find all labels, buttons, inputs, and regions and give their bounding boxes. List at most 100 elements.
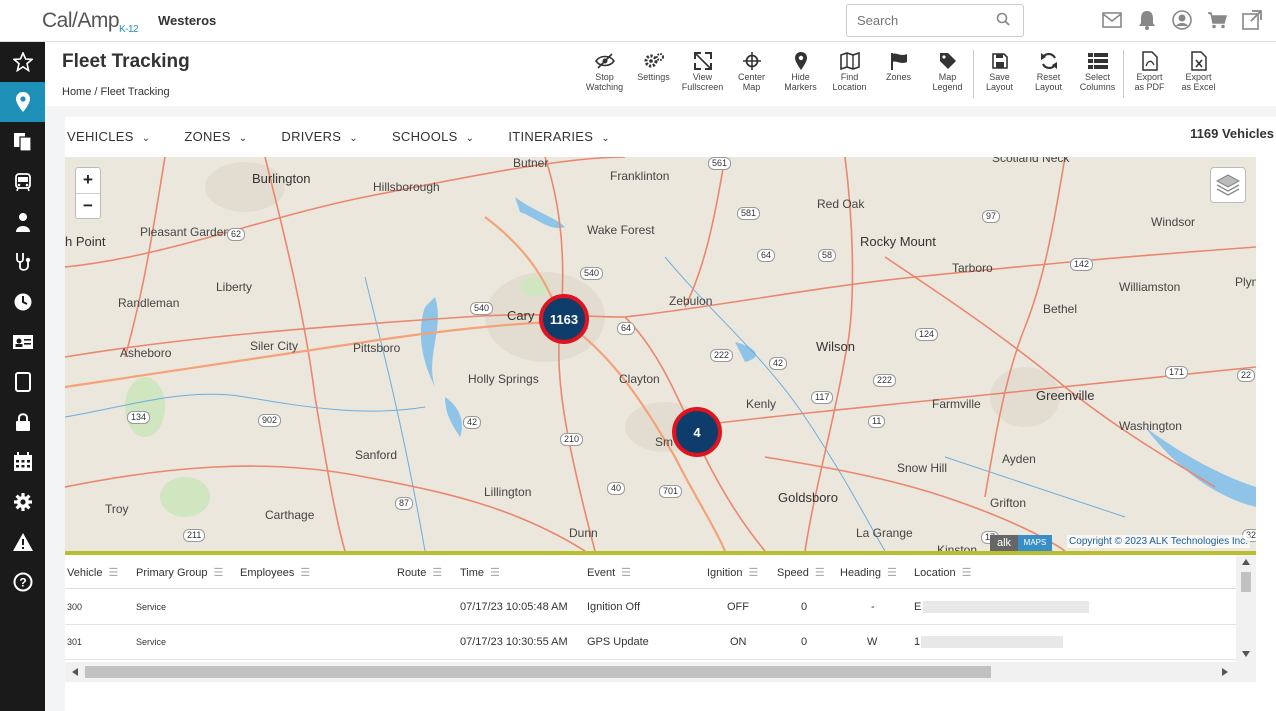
chevron-down-icon: ⌄ (601, 133, 610, 144)
redacted-location (921, 636, 1063, 648)
scrollbar-thumb[interactable] (85, 666, 991, 678)
select-columns-button[interactable]: Select Columns (1073, 50, 1122, 98)
column-header-route[interactable]: Route ☰ (397, 566, 442, 579)
sidebar-item-drivers[interactable] (0, 202, 45, 242)
column-menu-icon: ☰ (490, 567, 500, 579)
column-header-employees[interactable]: Employees ☰ (240, 566, 310, 579)
vertical-scrollbar[interactable] (1236, 555, 1256, 662)
column-header-ignition[interactable]: Ignition ☰ (707, 566, 758, 579)
column-header-time[interactable]: Time ☰ (460, 566, 500, 579)
map-place-label: Troy (105, 502, 129, 516)
sidebar-item-devices[interactable] (0, 362, 45, 402)
layers-button[interactable] (1210, 167, 1246, 203)
route-shield: 87 (395, 497, 414, 510)
sidebar-item-security[interactable] (0, 402, 45, 442)
zones-filter-dropdown[interactable]: ZONES ⌄ (184, 129, 247, 144)
column-header-vehicle[interactable]: Vehicle ☰ (67, 566, 118, 579)
sidebar-item-favorites[interactable] (0, 42, 45, 82)
cell-location: 1 (914, 636, 921, 648)
map-place-label: Greenville (1036, 388, 1095, 403)
save-layout-button[interactable]: Save Layout (975, 50, 1024, 98)
map-place-label: Asheboro (120, 346, 172, 360)
map-place-label: Ayden (1002, 452, 1036, 466)
column-menu-icon: ☰ (814, 567, 825, 579)
sidebar-item-history[interactable] (0, 282, 45, 322)
vehicle-cluster-marker[interactable]: 1163 (539, 294, 589, 344)
stop-watching-button[interactable]: Stop Watching (580, 50, 629, 98)
lock-icon (15, 413, 30, 431)
map-place-label: Wilson (816, 339, 856, 354)
vehicles-filter-dropdown[interactable]: VEHICLES ⌄ (67, 129, 150, 144)
map-place-label: h Point (65, 234, 106, 249)
sidebar-item-alerts[interactable] (0, 522, 45, 562)
sidebar-item-calendar[interactable] (0, 442, 45, 482)
redacted-location (923, 601, 1089, 613)
route-shield: 540 (470, 302, 494, 315)
find-location-button[interactable]: Find Location (825, 50, 874, 98)
itineraries-filter-dropdown[interactable]: ITINERARIES ⌄ (508, 129, 610, 144)
table-row[interactable]: 301 Service 07/17/23 10:30:55 AM GPS Upd… (65, 625, 1236, 660)
column-header-heading[interactable]: Heading ☰ (840, 566, 897, 579)
svg-text:?: ? (19, 576, 26, 590)
map-place-label: Butner (513, 157, 549, 170)
column-header-primary-group[interactable]: Primary Group ☰ (136, 566, 223, 579)
scrollbar-thumb[interactable] (1241, 572, 1251, 592)
map-legend-button[interactable]: Map Legend (923, 50, 972, 98)
cell-group: Service (136, 602, 167, 612)
column-menu-icon: ☰ (108, 567, 119, 579)
location-pin-icon (15, 92, 30, 112)
sidebar-item-settings[interactable] (0, 482, 45, 522)
center-map-button[interactable]: Center Map (727, 50, 776, 98)
cart-icon[interactable] (1207, 10, 1227, 30)
route-shield: 171 (1165, 366, 1189, 379)
sidebar-item-tracking[interactable] (0, 82, 45, 122)
vehicle-cluster-marker[interactable]: 4 (672, 407, 722, 457)
breadcrumb-separator: / (94, 86, 98, 98)
schools-filter-dropdown[interactable]: SCHOOLS ⌄ (392, 129, 474, 144)
cell-time: 07/17/23 10:30:55 AM (460, 636, 568, 648)
sidebar-item-vehicles[interactable] (0, 162, 45, 202)
route-shield: 64 (617, 322, 636, 335)
breadcrumb-home[interactable]: Home (62, 86, 91, 98)
bell-icon[interactable] (1137, 10, 1157, 30)
export-excel-button[interactable]: Export as Excel (1174, 50, 1223, 98)
calamp-logo[interactable]: Cal/AmpK-12 (42, 9, 139, 35)
mail-icon[interactable] (1102, 10, 1122, 30)
sidebar-item-health[interactable] (0, 242, 45, 282)
map-place-label: Pleasant Garden (140, 225, 231, 239)
column-header-location[interactable]: Location ☰ (914, 566, 971, 579)
refresh-icon (1040, 52, 1057, 70)
map-copyright[interactable]: Copyright © 2023 ALK Technologies Inc. (1067, 535, 1250, 548)
horizontal-scrollbar[interactable] (65, 662, 1256, 682)
hide-markers-button[interactable]: Hide Markers (776, 50, 825, 98)
zoom-out-button[interactable]: − (76, 194, 100, 220)
map-view[interactable]: Burlington Hillsborough Butner Franklint… (65, 157, 1256, 551)
route-shield: 11 (868, 415, 886, 428)
column-header-speed[interactable]: Speed ☰ (777, 566, 825, 579)
zones-button[interactable]: Zones (874, 50, 923, 98)
sidebar-item-reports[interactable] (0, 122, 45, 162)
route-shield: 211 (183, 529, 206, 542)
route-shield: 97 (982, 210, 1001, 223)
view-fullscreen-button[interactable]: View Fullscreen (678, 50, 727, 98)
driver-icon (15, 213, 30, 232)
route-shield: 902 (258, 414, 282, 427)
map-place-label: Tarboro (952, 261, 993, 275)
cluster-count: 1163 (549, 311, 579, 327)
drivers-filter-dropdown[interactable]: DRIVERS ⌄ (281, 129, 358, 144)
zoom-in-button[interactable]: + (76, 168, 100, 194)
settings-button[interactable]: Settings (629, 50, 678, 98)
export-pdf-button[interactable]: Export as PDF (1125, 50, 1174, 98)
sidebar-item-students[interactable] (0, 322, 45, 362)
sidebar-item-help[interactable]: ? (0, 562, 45, 602)
column-header-event[interactable]: Event ☰ (587, 566, 631, 579)
chevron-down-icon: ⌄ (465, 133, 475, 144)
cell-vehicle: 300 (67, 602, 83, 612)
external-link-icon[interactable] (1242, 10, 1262, 30)
reset-layout-button[interactable]: Reset Layout (1024, 50, 1073, 98)
user-icon[interactable] (1172, 10, 1192, 30)
route-shield: 124 (915, 328, 939, 341)
table-row[interactable]: 300 Service 07/17/23 10:05:48 AM Ignitio… (65, 590, 1236, 625)
filter-bar: VEHICLES ⌄ ZONES ⌄ DRIVERS ⌄ SCHOOLS ⌄ ITINE… (67, 129, 644, 144)
search-icon[interactable] (996, 12, 1010, 31)
